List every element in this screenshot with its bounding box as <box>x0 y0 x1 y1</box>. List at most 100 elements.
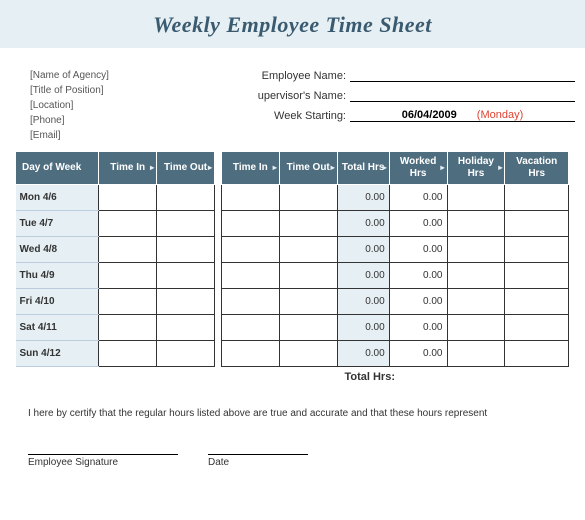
vacation-hrs-cell[interactable] <box>505 211 569 237</box>
gap-cell <box>214 237 221 263</box>
sort-arrow-icon: ▸ <box>331 163 335 173</box>
total-hrs-cell: 0.00 <box>337 237 389 263</box>
time-in-1-cell[interactable] <box>99 315 157 341</box>
time-out-1-cell[interactable] <box>157 315 215 341</box>
supervisor-name-label: upervisor's Name: <box>230 90 350 102</box>
time-out-1-cell[interactable] <box>157 341 215 367</box>
th-time-in-2: Time In▸ <box>221 152 279 185</box>
total-hrs-cell: 0.00 <box>337 263 389 289</box>
table-row: Fri 4/100.000.00 <box>16 289 569 315</box>
signature-block: Employee Signature Date <box>0 419 585 468</box>
holiday-hrs-cell[interactable] <box>447 289 505 315</box>
holiday-hrs-cell[interactable] <box>447 315 505 341</box>
agency-phone: [Phone] <box>30 113 210 128</box>
time-out-2-cell[interactable] <box>279 289 337 315</box>
title-bar: Weekly Employee Time Sheet <box>0 0 585 48</box>
day-cell: Thu 4/9 <box>16 263 99 289</box>
time-in-1-cell[interactable] <box>99 211 157 237</box>
supervisor-name-input[interactable] <box>350 88 575 102</box>
signature-date-line[interactable] <box>208 454 308 455</box>
table-row: Sun 4/12 0.000.00 <box>16 341 569 367</box>
time-in-2-cell[interactable] <box>221 185 279 211</box>
th-time-out-2: Time Out▸ <box>279 152 337 185</box>
th-vacation-hrs: Vacation Hrs <box>505 152 569 185</box>
day-cell: Sun 4/12 <box>16 341 99 367</box>
time-in-2-cell[interactable] <box>221 237 279 263</box>
sort-arrow-icon: ▸ <box>150 163 154 173</box>
sort-arrow-icon: ▸ <box>273 163 277 173</box>
time-in-1-cell[interactable] <box>99 263 157 289</box>
signature-date-label: Date <box>208 457 308 468</box>
holiday-hrs-cell[interactable] <box>447 211 505 237</box>
th-total-hrs: Total Hrs▸ <box>337 152 389 185</box>
vacation-hrs-cell[interactable] <box>505 289 569 315</box>
day-cell: Fri 4/10 <box>16 289 99 315</box>
week-starting-value: 06/04/2009 <box>402 109 457 121</box>
worked-hrs-cell: 0.00 <box>389 211 447 237</box>
table-row: Sat 4/11 0.000.00 <box>16 315 569 341</box>
employee-name-input[interactable] <box>350 68 575 82</box>
time-out-1-cell[interactable] <box>157 263 215 289</box>
time-out-1-cell[interactable] <box>157 211 215 237</box>
worked-hrs-cell: 0.00 <box>389 289 447 315</box>
time-out-1-cell[interactable] <box>157 185 215 211</box>
gap-cell <box>214 289 221 315</box>
time-in-2-cell[interactable] <box>221 289 279 315</box>
vacation-hrs-cell[interactable] <box>505 341 569 367</box>
employee-signature-line[interactable] <box>28 454 178 455</box>
vacation-hrs-cell[interactable] <box>505 315 569 341</box>
th-holiday-hrs: Holiday Hrs▸ <box>447 152 505 185</box>
day-cell: Mon 4/6 <box>16 185 99 211</box>
time-in-2-cell[interactable] <box>221 211 279 237</box>
time-out-2-cell[interactable] <box>279 263 337 289</box>
week-starting-label: Week Starting: <box>230 110 350 122</box>
time-in-1-cell[interactable] <box>99 237 157 263</box>
worked-hrs-cell: 0.00 <box>389 185 447 211</box>
time-out-2-cell[interactable] <box>279 211 337 237</box>
th-day: Day of Week <box>16 152 99 185</box>
time-in-1-cell[interactable] <box>99 341 157 367</box>
agency-name: [Name of Agency] <box>30 68 210 83</box>
time-out-1-cell[interactable] <box>157 289 215 315</box>
time-in-2-cell[interactable] <box>221 315 279 341</box>
day-cell: Tue 4/7 <box>16 211 99 237</box>
holiday-hrs-cell[interactable] <box>447 237 505 263</box>
time-out-1-cell[interactable] <box>157 237 215 263</box>
employee-signature-label: Employee Signature <box>28 457 178 468</box>
agency-email: [Email] <box>30 128 210 143</box>
worked-hrs-cell: 0.00 <box>389 315 447 341</box>
holiday-hrs-cell[interactable] <box>447 185 505 211</box>
week-starting-input[interactable]: 06/04/2009 (Monday) <box>350 108 575 122</box>
vacation-hrs-cell[interactable] <box>505 263 569 289</box>
total-hrs-cell: 0.00 <box>337 341 389 367</box>
time-in-2-cell[interactable] <box>221 341 279 367</box>
holiday-hrs-cell[interactable] <box>447 341 505 367</box>
table-row: Tue 4/70.000.00 <box>16 211 569 237</box>
worked-hrs-cell: 0.00 <box>389 263 447 289</box>
time-out-2-cell[interactable] <box>279 185 337 211</box>
agency-block: [Name of Agency] [Title of Position] [Lo… <box>30 68 210 143</box>
time-out-2-cell[interactable] <box>279 341 337 367</box>
info-section: [Name of Agency] [Title of Position] [Lo… <box>0 48 585 151</box>
time-in-1-cell[interactable] <box>99 185 157 211</box>
total-hrs-cell: 0.00 <box>337 185 389 211</box>
time-out-2-cell[interactable] <box>279 237 337 263</box>
page-title: Weekly Employee Time Sheet <box>0 12 585 38</box>
time-in-1-cell[interactable] <box>99 289 157 315</box>
vacation-hrs-cell[interactable] <box>505 185 569 211</box>
time-in-2-cell[interactable] <box>221 263 279 289</box>
table-row: Thu 4/9 0.000.00 <box>16 263 569 289</box>
gap-cell <box>214 211 221 237</box>
day-cell: Sat 4/11 <box>16 315 99 341</box>
certification-text: I here by certify that the regular hours… <box>0 383 585 419</box>
time-out-2-cell[interactable] <box>279 315 337 341</box>
holiday-hrs-cell[interactable] <box>447 263 505 289</box>
timesheet-table: Day of Week Time In▸ Time Out▸ Time In▸ … <box>15 151 569 367</box>
table-row: Mon 4/6 0.000.00 <box>16 185 569 211</box>
total-hrs-cell: 0.00 <box>337 315 389 341</box>
worked-hrs-cell: 0.00 <box>389 341 447 367</box>
th-time-in-1: Time In▸ <box>99 152 157 185</box>
sort-arrow-icon: ▸ <box>440 163 444 173</box>
vacation-hrs-cell[interactable] <box>505 237 569 263</box>
th-worked-hrs: Worked Hrs▸ <box>389 152 447 185</box>
